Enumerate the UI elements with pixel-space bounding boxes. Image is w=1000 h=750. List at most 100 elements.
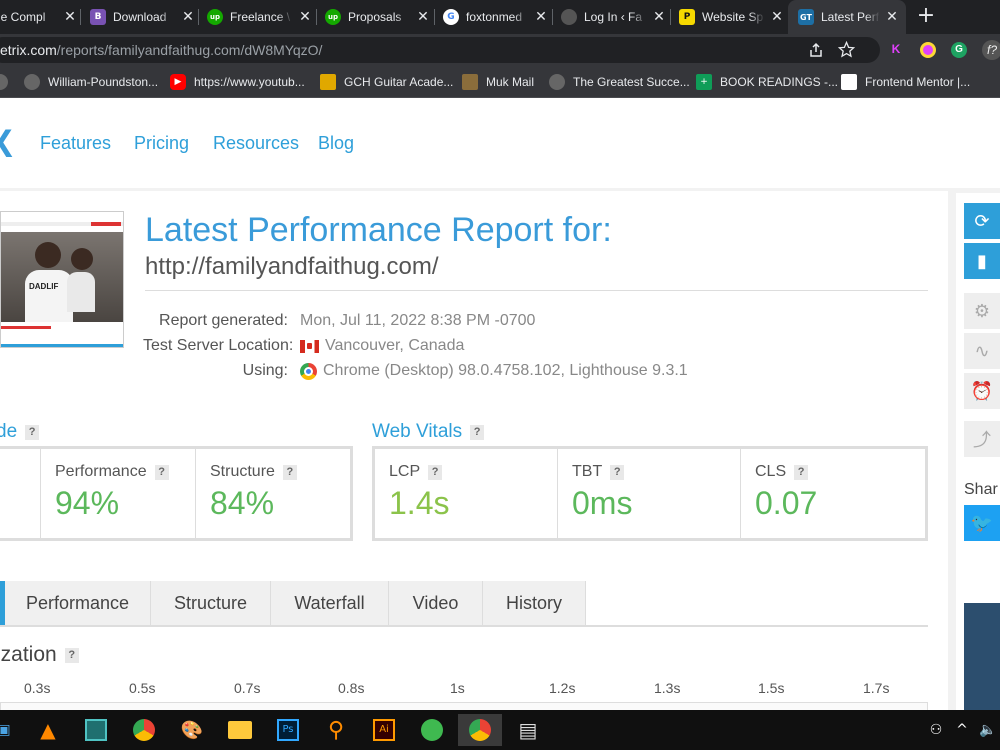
timeline-label: 0.7s (234, 680, 261, 696)
app-icon[interactable]: ▣ (0, 714, 20, 746)
close-icon[interactable]: ✕ (884, 9, 900, 25)
url-path: /reports/familyandfaithug.com/dW8MYqzO/ (56, 42, 323, 58)
close-icon[interactable]: ✕ (62, 9, 78, 25)
site-logo[interactable]: X (0, 122, 13, 167)
report-title: Latest Performance Report for: (145, 211, 612, 249)
tab-underline (0, 625, 928, 627)
browser-tab[interactable]: Log In ‹ Fa ✕ (561, 0, 667, 34)
google-icon: G (443, 9, 459, 25)
metric-name: Structure? (210, 463, 297, 481)
filmstrip (0, 702, 928, 710)
tab-waterfall[interactable]: Waterfall (271, 581, 389, 625)
nav-link-pricing[interactable]: Pricing (134, 133, 189, 154)
close-icon[interactable]: ✕ (651, 9, 667, 25)
browser-tab[interactable]: up Freelance \ ✕ (207, 0, 313, 34)
bookmark-label: Muk Mail (486, 75, 535, 89)
canada-flag-icon (300, 339, 319, 353)
close-icon[interactable]: ✕ (297, 9, 313, 25)
bookmark-item[interactable]: + BOOK READINGS -... (696, 66, 838, 98)
help-icon[interactable]: ? (154, 464, 169, 480)
volume-icon[interactable]: 🔈 (972, 714, 1000, 746)
bookmark-item[interactable]: GCH Guitar Acade... (320, 66, 453, 98)
grade-heading-text: de (0, 421, 18, 442)
browser-tab-active[interactable]: GT Latest Perf ✕ (788, 0, 906, 34)
bookmark-item[interactable]: Frontend Mentor |... (841, 66, 970, 98)
vlc-icon[interactable]: ▲ (32, 714, 64, 746)
share-icon[interactable] (808, 42, 824, 58)
pdf-icon[interactable]: ⤴ (964, 421, 1000, 457)
bookmark-item[interactable]: ▶ https://www.youtub... (170, 66, 305, 98)
timeline-label: 1.5s (758, 680, 785, 696)
tab-title: Latest Perf (821, 10, 880, 24)
timeline-label: 0.5s (129, 680, 156, 696)
browser-tab[interactable]: he Compl ✕ (0, 0, 78, 34)
illustrator-icon[interactable]: Ai (368, 714, 400, 746)
timeline-label: 0.8s (338, 680, 365, 696)
nav-link-resources[interactable]: Resources (213, 133, 299, 154)
chrome-active-icon[interactable] (458, 714, 502, 746)
bookmark-item[interactable]: William-Poundston... (24, 66, 158, 98)
report-url[interactable]: http://familyandfaithug.com/ (145, 253, 438, 281)
twitter-icon[interactable]: 🐦 (964, 505, 1000, 541)
bookmark-item[interactable]: The Greatest Succe... (549, 66, 690, 98)
gear-icon[interactable]: ⚙ (964, 293, 1000, 329)
help-icon[interactable]: ? (428, 464, 443, 480)
bookmark-item[interactable]: Muk Mail (462, 66, 534, 98)
url-text[interactable]: etrix.com/reports/familyandfaithug.com/d… (0, 42, 322, 58)
photoshop-icon[interactable]: Ps (272, 714, 304, 746)
extension-circle-icon[interactable] (920, 42, 936, 58)
chrome-icon (300, 362, 317, 380)
close-icon[interactable]: ✕ (415, 9, 431, 25)
folder-icon[interactable] (224, 714, 256, 746)
tab-structure[interactable]: Structure (151, 581, 271, 625)
browser-tab[interactable]: P Website Sp ✕ (679, 0, 785, 34)
bookmark-star-icon[interactable] (838, 41, 855, 58)
help-icon[interactable]: ? (25, 424, 40, 440)
help-icon[interactable]: ? (64, 647, 79, 663)
app-icon[interactable] (416, 714, 448, 746)
close-icon[interactable]: ✕ (769, 9, 785, 25)
help-icon[interactable]: ? (470, 424, 485, 440)
tab-history[interactable]: History (483, 581, 586, 625)
copy-icon[interactable]: ▮ (964, 243, 1000, 279)
monitor-icon[interactable]: ∿ (964, 333, 1000, 369)
search-icon[interactable]: ⚲ (320, 714, 352, 746)
new-tab-button[interactable]: + (914, 4, 938, 28)
help-icon[interactable]: ? (794, 464, 809, 480)
address-bar[interactable]: etrix.com/reports/familyandfaithug.com/d… (0, 37, 880, 63)
app-icon[interactable] (80, 714, 112, 746)
extension-k-icon[interactable]: K (888, 42, 904, 58)
help-icon[interactable]: ? (282, 464, 297, 480)
tab-video[interactable]: Video (389, 581, 483, 625)
timeline-label: 0.3s (24, 680, 51, 696)
browser-tab[interactable]: up Proposals ✕ (325, 0, 431, 34)
globe-icon[interactable] (0, 74, 8, 90)
paint-icon[interactable]: 🎨 (176, 714, 208, 746)
retest-icon[interactable]: ⟳ (964, 203, 1000, 239)
generated-value: Mon, Jul 11, 2022 8:38 PM -0700 (300, 312, 536, 329)
grade-box: Performance? 94% Structure? 84% (0, 446, 353, 541)
bookmark-label: https://www.youtub... (194, 75, 305, 89)
extension-f-icon[interactable]: f? (982, 40, 1000, 60)
metric-tbt: TBT? 0ms (558, 449, 741, 538)
close-icon[interactable]: ✕ (533, 9, 549, 25)
metric-value: 84% (210, 485, 275, 521)
sidebar-ad-banner[interactable] (964, 603, 1000, 710)
nav-link-blog[interactable]: Blog (318, 133, 354, 154)
bootstrap-icon: B (90, 9, 106, 25)
youtube-icon: ▶ (170, 74, 186, 90)
nav-link-features[interactable]: Features (40, 133, 111, 154)
tab-performance[interactable]: Performance (5, 581, 151, 625)
help-icon[interactable]: ? (610, 464, 625, 480)
metric-value: 1.4s (389, 485, 450, 521)
web-vitals-heading-text: Web Vitals (372, 421, 463, 442)
grammarly-icon[interactable]: G (951, 42, 967, 58)
site-screenshot-thumbnail[interactable]: DADLIF (0, 211, 124, 348)
chrome-icon[interactable] (128, 714, 160, 746)
browser-tab[interactable]: B Download ✕ (90, 0, 196, 34)
globe-icon (24, 74, 40, 90)
alarm-icon[interactable]: ⏰ (964, 373, 1000, 409)
close-icon[interactable]: ✕ (180, 9, 196, 25)
browser-tab[interactable]: G foxtonmed ✕ (443, 0, 549, 34)
app-icon[interactable]: ▤ (512, 714, 544, 746)
